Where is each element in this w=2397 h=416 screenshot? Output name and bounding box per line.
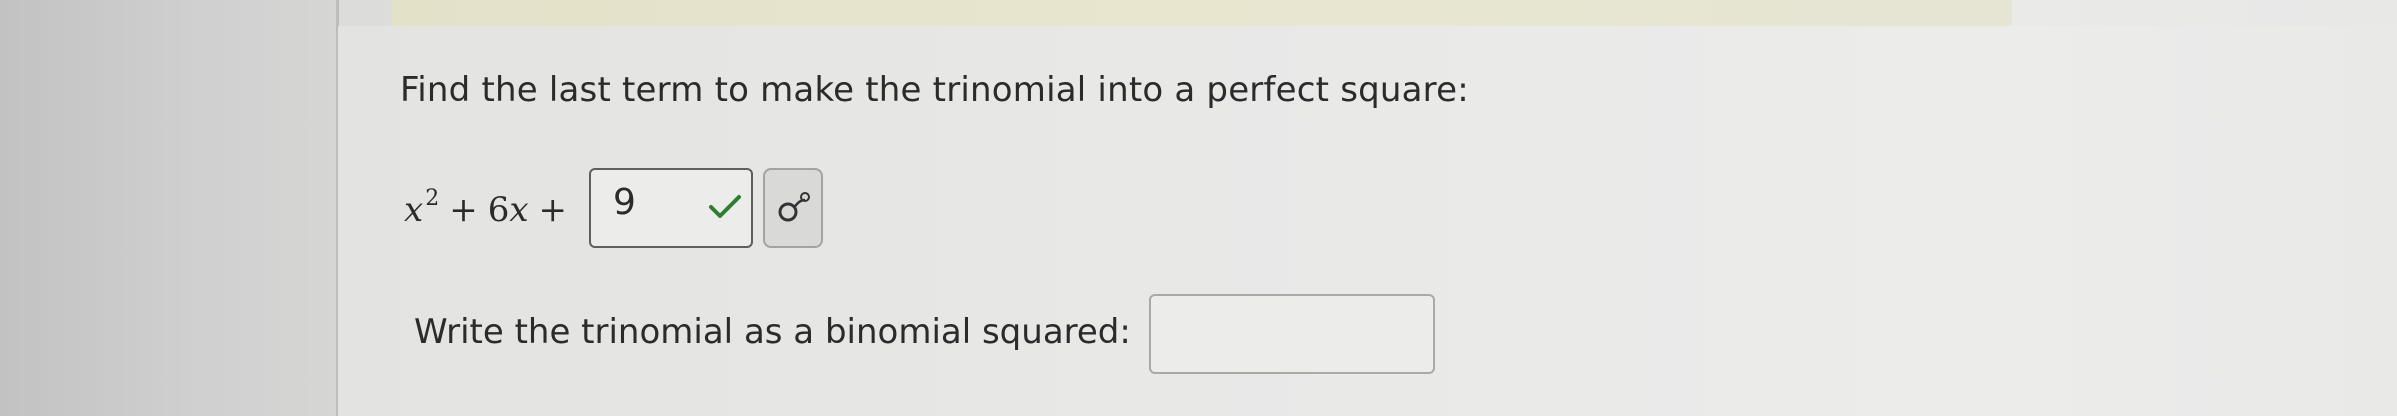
check-icon (709, 195, 742, 218)
plus-sign-2: + (538, 190, 568, 230)
superscript-icon (778, 192, 811, 222)
binomial-label: Write the trinomial as a binomial square… (414, 312, 1131, 352)
variable-x-2: x (509, 190, 529, 230)
binomial-input[interactable] (1148, 294, 1435, 374)
superscript-button[interactable] (763, 168, 824, 248)
variable-x: x (404, 190, 424, 230)
trinomial-expression: x2 +6x + (404, 186, 577, 230)
last-term-value: 9 (613, 182, 636, 223)
plus-sign: + (449, 190, 478, 230)
question-prompt: Find the last term to make the trinomial… (400, 70, 1469, 110)
coefficient: 6 (487, 190, 510, 230)
trinomial-row: x2 +6x + 9 (404, 168, 824, 248)
screen: Find the last term to make the trinomial… (0, 0, 2397, 416)
exponent: 2 (425, 186, 440, 211)
binomial-row: Write the trinomial as a binomial square… (414, 290, 1435, 374)
last-term-input[interactable]: 9 (589, 168, 754, 248)
top-banner (392, 0, 2012, 26)
left-gutter (0, 0, 338, 416)
